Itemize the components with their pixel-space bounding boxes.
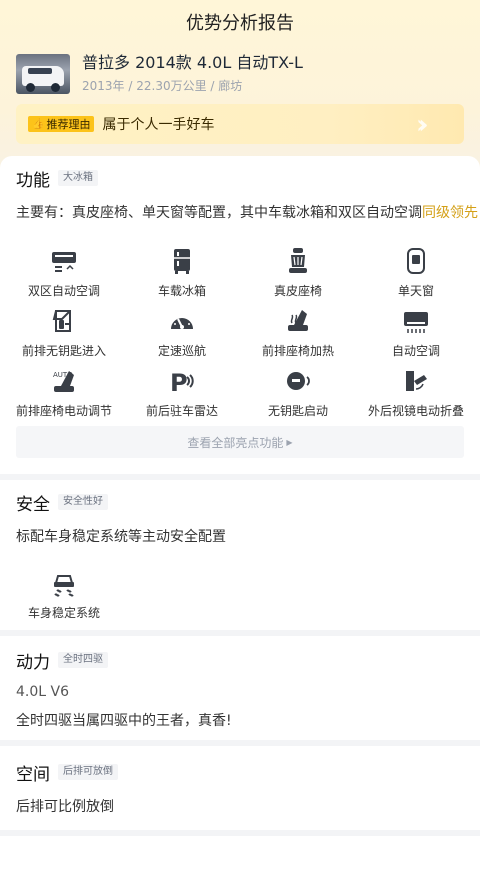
feature-label: 自动空调	[391, 344, 440, 358]
feature-leather-seat[interactable]: 真皮座椅	[238, 246, 358, 306]
sunroof-icon	[407, 248, 425, 274]
keyless-entry-icon	[52, 310, 71, 332]
car-year: 2013年	[82, 79, 125, 93]
feature-label: 双区自动空调	[27, 284, 100, 298]
feature-stability-control[interactable]: 车身稳定系统	[4, 568, 124, 628]
feature-label: 前后驻车雷达	[145, 404, 218, 418]
caret-right-icon: ▶	[286, 437, 293, 447]
bottom-area	[0, 836, 480, 875]
feature-auto-ac[interactable]: 自动空调	[356, 306, 476, 366]
page-title-text: 优势分析报告	[186, 13, 294, 34]
car-title: 普拉多 2014款 4.0L 自动TX-L	[82, 53, 303, 72]
feature-label: 单天窗	[397, 284, 434, 298]
car-meta: 2013年 / 22.30万公里 / 廊坊	[82, 79, 243, 93]
parking-radar-icon: P	[170, 369, 194, 395]
view-all-features-button[interactable]: 查看全部亮点功能 ▶	[16, 426, 464, 458]
space-badge: 后排可放倒	[58, 764, 118, 780]
function-badge: 大冰箱	[58, 170, 98, 186]
function-title: 功能	[16, 170, 50, 191]
feature-seat-heating[interactable]: 前排座椅加热	[238, 306, 358, 366]
seat-heating-icon	[288, 310, 308, 331]
feature-label: 外后视镜电动折叠	[367, 404, 464, 418]
feature-cruise-control[interactable]: 定速巡航	[122, 306, 242, 366]
function-section: 功能 大冰箱 主要有：真皮座椅、单天窗等配置，其中车载冰箱和双区自动空调同级领先…	[0, 156, 480, 474]
feature-label: 无钥匙启动	[267, 404, 328, 418]
svg-text:AUTO: AUTO	[53, 371, 73, 379]
feature-dual-zone-ac[interactable]: 双区自动空调	[4, 246, 124, 306]
space-section: 空间 后排可放倒 后排可比例放倒	[0, 746, 480, 830]
space-title: 空间	[16, 764, 50, 785]
feature-power-seat[interactable]: AUTO 前排座椅电动调节	[4, 366, 124, 426]
feature-label: 真皮座椅	[273, 284, 322, 298]
view-all-label: 查看全部亮点功能	[187, 435, 284, 450]
fridge-icon	[174, 249, 190, 274]
page-title: 优势分析报告	[0, 0, 480, 44]
recommend-tag-label: 推荐理由	[46, 118, 91, 131]
car-thumbnail	[16, 54, 70, 94]
feature-label: 车身稳定系统	[27, 606, 100, 620]
car-mileage: 22.30万公里	[136, 79, 207, 93]
power-section: 动力 全时四驱 4.0L V6 全时四驱当属四驱中的王者，真香!	[0, 636, 480, 740]
feature-label: 车载冰箱	[157, 284, 206, 298]
recommend-reason: 👍 推荐理由 属于个人一手好车 ››	[16, 104, 464, 144]
double-chevron-icon: ››	[416, 110, 429, 140]
function-desc-main: 主要有：真皮座椅、单天窗等配置，其中车载冰箱和双区自动空调	[16, 205, 422, 221]
power-desc: 全时四驱当属四驱中的王者，真香!	[16, 713, 232, 729]
dual-zone-ac-icon	[52, 252, 76, 272]
feature-keyless-entry[interactable]: 前排无钥匙进入	[4, 306, 124, 366]
mirror-fold-icon	[406, 371, 427, 391]
function-desc: 主要有：真皮座椅、单天窗等配置，其中车载冰箱和双区自动空调同级领先	[0, 202, 480, 222]
feature-mirror-fold[interactable]: 外后视镜电动折叠	[356, 366, 476, 426]
safety-desc: 标配车身稳定系统等主动安全配置	[16, 529, 226, 545]
cruise-control-icon	[171, 315, 193, 329]
feature-label: 前排座椅加热	[261, 344, 334, 358]
leather-seat-icon	[289, 248, 307, 273]
recommend-tag: 👍 推荐理由	[28, 116, 95, 132]
space-desc: 后排可比例放倒	[16, 799, 114, 815]
keyless-start-icon	[287, 372, 310, 390]
engine-spec: 4.0L V6	[16, 684, 69, 700]
function-desc-highlight: 同级领先	[422, 205, 478, 221]
feature-sunroof[interactable]: 单天窗	[356, 246, 476, 306]
feature-label: 定速巡航	[157, 344, 206, 358]
feature-grid: 双区自动空调 车载冰箱 真皮座椅 单天窗 前排无钥匙进入 定速巡航 前排座椅加热	[0, 246, 480, 418]
recommend-text: 属于个人一手好车	[102, 117, 215, 133]
car-info[interactable]: 普拉多 2014款 4.0L 自动TX-L 2013年 / 22.30万公里 /…	[16, 52, 464, 96]
safety-section: 安全 安全性好 标配车身稳定系统等主动安全配置 车身稳定系统	[0, 480, 480, 630]
safety-badge: 安全性好	[58, 494, 108, 510]
stability-control-icon	[54, 575, 74, 597]
feature-fridge[interactable]: 车载冰箱	[122, 246, 242, 306]
power-badge: 全时四驱	[58, 652, 108, 668]
power-seat-icon: AUTO	[53, 371, 74, 392]
feature-label: 前排无钥匙进入	[21, 344, 106, 358]
thumbs-up-icon: 👍	[32, 118, 45, 130]
safety-title: 安全	[16, 494, 50, 515]
auto-ac-icon	[404, 312, 428, 333]
feature-parking-radar[interactable]: P 前后驻车雷达	[122, 366, 242, 426]
svg-text:P: P	[170, 369, 188, 395]
power-title: 动力	[16, 652, 50, 673]
car-city: 廊坊	[218, 79, 243, 93]
feature-label: 前排座椅电动调节	[15, 404, 112, 418]
feature-keyless-start[interactable]: 无钥匙启动	[238, 366, 358, 426]
